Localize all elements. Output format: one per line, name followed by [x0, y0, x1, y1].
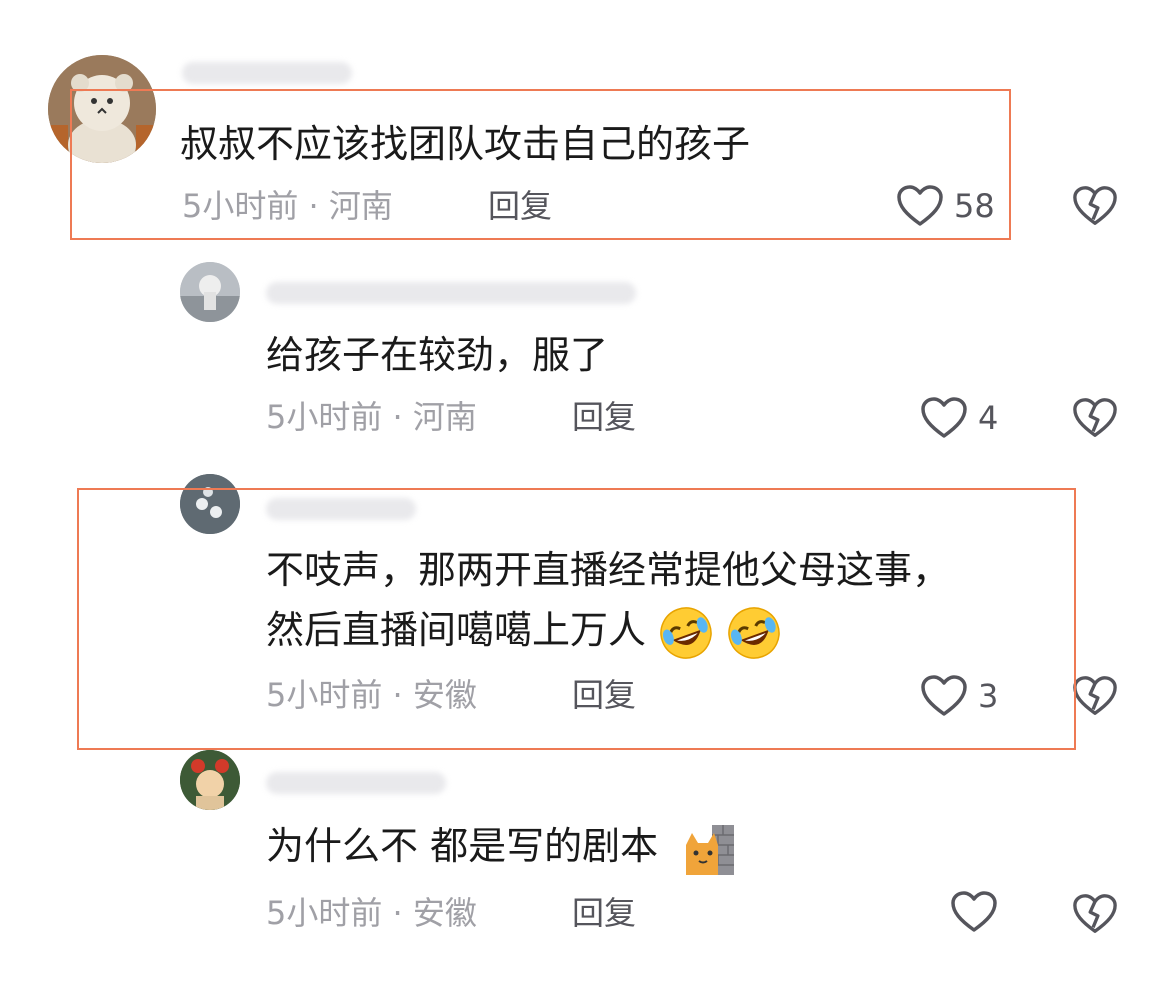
dislike-broken-heart-icon[interactable] — [1072, 892, 1118, 936]
cat-behind-wall-emoji-icon — [686, 824, 735, 875]
comment-meta: 5小时前 · 安徽 — [266, 893, 477, 933]
meta-separator: · — [392, 398, 403, 436]
avatar[interactable] — [180, 262, 240, 322]
reply-button[interactable]: 回复 — [572, 893, 636, 933]
highlight-box-comment-3 — [77, 488, 1076, 750]
comment-time: 5小时前 — [266, 894, 383, 932]
comment-location: 河南 — [412, 398, 477, 436]
comment-meta: 5小时前 · 河南 — [266, 397, 477, 437]
username-blurred[interactable] — [266, 772, 446, 794]
like-button[interactable]: 4 — [920, 394, 1010, 440]
dislike-broken-heart-icon[interactable] — [1072, 674, 1118, 718]
avatar[interactable] — [180, 750, 240, 810]
comment-text-line: 为什么不 都是写的剧本 — [266, 816, 738, 877]
comment-text: 给孩子在较劲，服了 — [266, 333, 609, 377]
comment-text: 为什么不 都是写的剧本 — [266, 824, 659, 868]
dislike-broken-heart-icon[interactable] — [1072, 396, 1118, 440]
cartoon-avatar-icon — [180, 750, 240, 810]
heart-icon[interactable] — [950, 890, 998, 934]
heart-icon — [921, 397, 967, 438]
meta-separator: · — [392, 894, 403, 932]
reply-button[interactable]: 回复 — [572, 397, 636, 437]
comment-location: 安徽 — [412, 894, 477, 932]
username-blurred[interactable] — [266, 282, 636, 304]
photo-avatar-icon — [180, 262, 240, 322]
like-count: 4 — [978, 399, 999, 437]
comment-time: 5小时前 — [266, 398, 383, 436]
highlight-box-comment-1 — [70, 89, 1011, 240]
dislike-broken-heart-icon[interactable] — [1072, 184, 1118, 228]
username-blurred[interactable] — [182, 62, 352, 84]
